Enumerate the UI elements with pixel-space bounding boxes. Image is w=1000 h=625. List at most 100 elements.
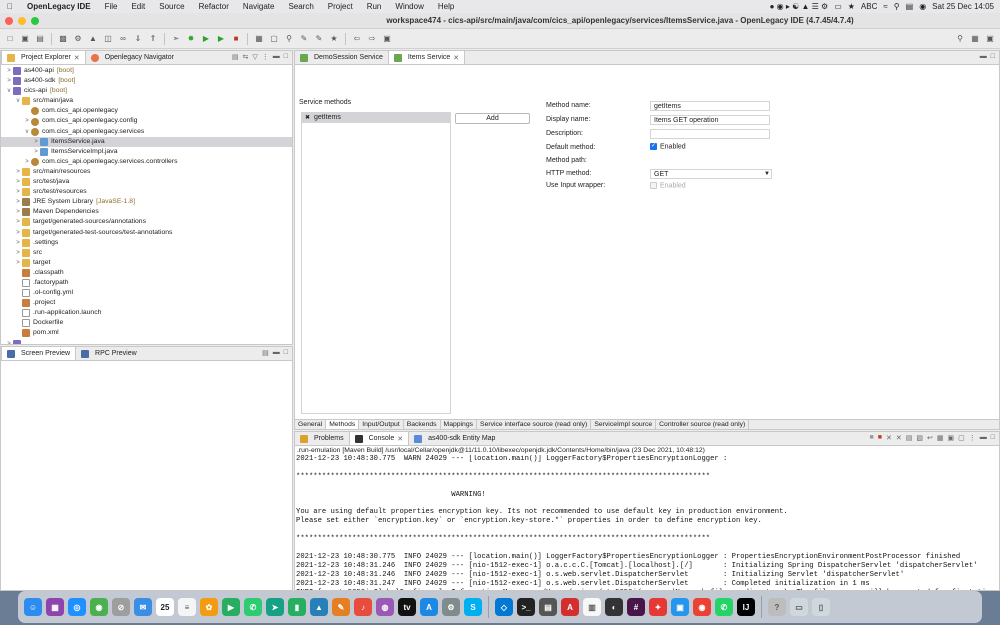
menu-project[interactable]: Project: [321, 0, 360, 13]
description-input[interactable]: [650, 129, 770, 139]
chevron-right-icon[interactable]: >: [14, 248, 22, 258]
slack-icon[interactable]: #: [627, 598, 645, 616]
perspective-icon[interactable]: ▦: [969, 33, 981, 45]
whatsapp-icon[interactable]: ✆: [715, 598, 733, 616]
keynote-icon[interactable]: ▲: [310, 598, 328, 616]
vscode-icon[interactable]: ◇: [495, 598, 513, 616]
chevron-right-icon[interactable]: >: [14, 187, 22, 197]
skype-icon[interactable]: S: [464, 598, 482, 616]
chevron-down-icon[interactable]: ▼: [764, 170, 770, 178]
chevron-right-icon[interactable]: >: [14, 238, 22, 248]
bluetooth-icon[interactable]: ★: [848, 2, 855, 11]
launchpad-icon[interactable]: ▦: [46, 598, 64, 616]
tree-row[interactable]: v com.cics_api.openlegacy.services: [1, 127, 292, 137]
tree-row[interactable]: > ItemsServiceImpl.java: [1, 147, 292, 157]
music-icon[interactable]: ♪: [354, 598, 372, 616]
maximize-icon[interactable]: □: [284, 53, 288, 61]
terminal-icon[interactable]: ▩: [57, 33, 69, 45]
tree-row[interactable]: > src/test/java: [1, 177, 292, 187]
blocked-app-icon[interactable]: ⊘: [112, 598, 130, 616]
appletv-icon[interactable]: tv: [398, 598, 416, 616]
tree-row[interactable]: .project: [1, 298, 292, 308]
clear-console-icon[interactable]: ▤: [906, 434, 913, 442]
minimize-icon[interactable]: ▬: [273, 53, 280, 61]
tab-items-service[interactable]: Items Service ✕: [387, 51, 466, 64]
tab-input-output[interactable]: Input/Output: [359, 420, 404, 429]
tab-controller-source-read-only[interactable]: Controller source (read only): [656, 420, 750, 429]
openlegacy-perspective-icon[interactable]: ▣: [984, 33, 996, 45]
default-method-checkbox[interactable]: ✓ Enabled: [650, 143, 686, 150]
messages-icon[interactable]: ✆: [244, 598, 262, 616]
appstore-icon[interactable]: A: [420, 598, 438, 616]
chevron-down-icon[interactable]: v: [23, 127, 31, 137]
maximize-icon[interactable]: □: [991, 434, 995, 442]
remove-launch-icon[interactable]: ✕: [886, 434, 892, 442]
chevron-right-icon[interactable]: >: [14, 217, 22, 227]
open-folder-icon[interactable]: ▢: [268, 33, 280, 45]
podcasts-icon[interactable]: ◍: [376, 598, 394, 616]
menu-search[interactable]: Search: [281, 0, 320, 13]
debug-icon[interactable]: ✸: [185, 33, 197, 45]
menu-source[interactable]: Source: [152, 0, 191, 13]
tree-row[interactable]: > .settings: [1, 238, 292, 248]
chevron-right-icon[interactable]: >: [32, 147, 40, 157]
tab-serviceimpl-source[interactable]: ServiceImpl source: [591, 420, 657, 429]
new-icon[interactable]: □: [4, 33, 16, 45]
word-wrap-icon[interactable]: ↩: [927, 434, 933, 442]
pin-icon[interactable]: ★: [328, 33, 340, 45]
chevron-right-icon[interactable]: >: [14, 258, 22, 268]
tree-row[interactable]: .factorypath: [1, 278, 292, 288]
export-icon[interactable]: ⇑: [147, 33, 159, 45]
tree-row[interactable]: com.cics_api.openlegacy: [1, 106, 292, 116]
tab-entity-map[interactable]: as400-sdk Entity Map: [409, 432, 500, 445]
chevron-right-icon[interactable]: >: [14, 228, 22, 238]
tree-row[interactable]: Dockerfile: [1, 318, 292, 328]
http-method-select[interactable]: GET ▼: [650, 169, 772, 179]
finder-icon[interactable]: ☺: [24, 598, 42, 616]
new-window-icon[interactable]: ▣: [381, 33, 393, 45]
close-icon[interactable]: ✕: [74, 54, 80, 62]
tree-row[interactable]: > target: [1, 258, 292, 268]
vpn-icon[interactable]: ✦: [649, 598, 667, 616]
help-icon[interactable]: ?: [768, 598, 786, 616]
calendar-icon[interactable]: 25: [156, 598, 174, 616]
chevron-right-icon[interactable]: >: [23, 116, 31, 126]
menu-refactor[interactable]: Refactor: [192, 0, 236, 13]
search-toolbar-icon[interactable]: ⚲: [283, 33, 295, 45]
remove-all-icon[interactable]: ✕: [896, 434, 902, 442]
tree-row[interactable]: > as400-sdk [boot]: [1, 76, 292, 86]
console-output[interactable]: 2021-12-23 10:48:30.775 WARN 24029 --- […: [295, 455, 999, 590]
control-center-icon[interactable]: ▤: [906, 2, 914, 11]
tab-backends[interactable]: Backends: [403, 420, 441, 429]
pencil-icon[interactable]: ✎: [298, 33, 310, 45]
tree-row[interactable]: .ol-config.yml: [1, 288, 292, 298]
skip-icon[interactable]: ➣: [170, 33, 182, 45]
package-icon[interactable]: ◫: [102, 33, 114, 45]
tree-row[interactable]: > src/test/resources: [1, 187, 292, 197]
chevron-right-icon[interactable]: >: [32, 137, 40, 147]
menu-help[interactable]: Help: [431, 0, 461, 13]
notes-icon[interactable]: ▥: [583, 598, 601, 616]
stop-icon[interactable]: ■: [878, 434, 882, 442]
menu-navigate[interactable]: Navigate: [236, 0, 282, 13]
view-menu-icon[interactable]: ⋮: [969, 434, 976, 442]
tree-row[interactable]: v cics-api [boot]: [1, 86, 292, 96]
tree-row[interactable]: > target/generated-test-sources/test-anno…: [1, 228, 292, 238]
terminate-icon[interactable]: ■: [870, 434, 874, 442]
search-icon[interactable]: ⚲: [954, 33, 966, 45]
link-editor-icon[interactable]: ⇆: [243, 53, 249, 61]
minimize-icon[interactable]: ▬: [980, 434, 987, 442]
menu-run[interactable]: Run: [360, 0, 389, 13]
tab-rpc-preview[interactable]: RPC Preview: [76, 347, 142, 360]
tab-mappings[interactable]: Mappings: [440, 420, 478, 429]
chevron-down-icon[interactable]: v: [5, 86, 13, 96]
tree-row[interactable]: > JRE System Library [JavaSE-1.8]: [1, 197, 292, 207]
close-icon[interactable]: ✕: [397, 435, 403, 443]
method-name-input[interactable]: getItems: [650, 101, 770, 111]
photos-icon[interactable]: ✿: [200, 598, 218, 616]
docker-icon[interactable]: ▣: [671, 598, 689, 616]
tree-row[interactable]: .run-application.launch: [1, 308, 292, 318]
preview-settings-icon[interactable]: ▤: [262, 349, 269, 357]
app-menu[interactable]: OpenLegacy IDE: [20, 0, 98, 13]
tree-row-partial[interactable]: >: [1, 339, 292, 344]
